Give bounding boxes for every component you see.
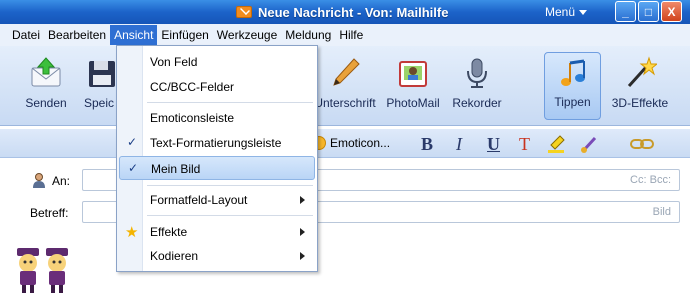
menu-datei[interactable]: Datei <box>8 25 44 45</box>
cc-bcc-hint[interactable]: Cc: Bcc: <box>630 174 671 186</box>
photomail-button[interactable]: PhotoMail <box>384 52 442 120</box>
menu-label: Menü <box>545 5 576 19</box>
pen-icon <box>333 58 360 86</box>
menu-item-label: Formatfeld-Layout <box>150 193 248 207</box>
signature-button[interactable]: Unterschrift <box>314 52 376 120</box>
view-menu-dropdown: Von Feld CC/BCC-Felder Emoticonsleiste ✓… <box>116 45 318 272</box>
send-mail-icon <box>31 57 61 87</box>
italic-button[interactable]: I <box>456 134 462 155</box>
typing-button[interactable]: Tippen <box>544 52 601 120</box>
menu-dropdown-button[interactable]: Menü <box>545 5 588 19</box>
3d-effects-label: 3D-Effekte <box>611 96 669 110</box>
my-picture-avatar <box>17 248 68 293</box>
menu-hilfe[interactable]: Hilfe <box>335 25 367 45</box>
submenu-arrow-icon <box>300 228 305 236</box>
checkmark-icon: ✓ <box>127 135 138 149</box>
subject-label: Betreff: <box>30 206 69 220</box>
link-icon[interactable] <box>630 136 654 152</box>
toolbar: Senden Speic Unterschrift PhotoMail Reko… <box>0 46 690 126</box>
emoticons-button[interactable]: Emoticon... <box>312 136 390 150</box>
menu-item-formatfeld[interactable]: Formatfeld-Layout <box>119 189 315 211</box>
photomail-label: PhotoMail <box>386 96 440 110</box>
bold-button[interactable]: B <box>421 134 433 155</box>
format-bar: Emoticon... B I U T <box>0 128 690 158</box>
highlighter-icon[interactable] <box>546 134 566 154</box>
menu-ansicht[interactable]: Ansicht <box>110 25 158 45</box>
menu-item-effekte[interactable]: ★ Effekte <box>119 221 315 243</box>
microphone-icon <box>467 58 487 88</box>
to-label: An: <box>52 174 71 188</box>
menu-item-kodieren[interactable]: Kodieren <box>119 245 315 267</box>
menu-item-mein-bild[interactable]: ✓ Mein Bild <box>119 156 315 180</box>
typing-label: Tippen <box>554 95 591 109</box>
save-label: Speic <box>84 96 115 110</box>
close-button[interactable]: X <box>661 1 682 22</box>
title-bar: Neue Nachricht - Von: Mailhilfe Menü _ □… <box>0 0 690 24</box>
magic-wand-icon <box>627 56 657 88</box>
3d-effects-button[interactable]: 3D-Effekte <box>608 52 672 120</box>
save-button[interactable]: Speic <box>84 52 118 120</box>
menu-item-label: Mein Bild <box>151 162 201 176</box>
submenu-arrow-icon <box>300 252 305 260</box>
menu-item-label: Text-Formatierungsleiste <box>150 136 282 150</box>
menu-item-label: Kodieren <box>150 249 199 263</box>
recorder-label: Rekorder <box>452 96 502 110</box>
maximize-button[interactable]: □ <box>638 1 659 22</box>
title-wrap: Neue Nachricht - Von: Mailhilfe <box>236 3 448 21</box>
menu-item-von-feld[interactable]: Von Feld <box>119 51 315 73</box>
menu-item-label: Emoticonsleiste <box>150 111 235 125</box>
photo-icon <box>399 61 427 87</box>
menu-item-label: Von Feld <box>150 55 198 69</box>
recorder-button[interactable]: Rekorder <box>450 52 504 120</box>
menu-separator <box>147 215 313 216</box>
chevron-down-icon <box>579 9 588 15</box>
submenu-arrow-icon <box>300 196 305 204</box>
floppy-icon <box>89 61 115 87</box>
window-controls: _ □ X <box>615 1 682 22</box>
emoticons-label: Emoticon... <box>330 136 391 150</box>
minimize-button[interactable]: _ <box>615 1 636 22</box>
send-label: Senden <box>25 96 67 110</box>
window-title: Neue Nachricht - Von: Mailhilfe <box>258 4 449 20</box>
brush-icon[interactable] <box>580 134 600 154</box>
menu-separator <box>147 102 313 103</box>
menu-item-textformat[interactable]: ✓ Text-Formatierungsleiste <box>119 132 315 154</box>
menu-bearbeiten[interactable]: Bearbeiten <box>44 25 110 45</box>
mail-icon <box>236 6 252 18</box>
contacts-icon[interactable] <box>32 173 46 189</box>
menu-item-label: Effekte <box>150 225 188 239</box>
underline-button[interactable]: U <box>487 134 500 155</box>
menu-meldung[interactable]: Meldung <box>281 25 335 45</box>
music-notes-icon <box>560 59 585 86</box>
signature-label: Unterschrift <box>314 96 376 110</box>
menu-item-label: CC/BCC-Felder <box>150 80 235 94</box>
menu-werkzeuge[interactable]: Werkzeuge <box>213 25 281 45</box>
menu-bar: Datei Bearbeiten Ansicht Einfügen Werkze… <box>0 24 690 46</box>
menu-item-cc-bcc[interactable]: CC/BCC-Felder <box>119 76 315 98</box>
image-hint[interactable]: Bild <box>653 206 671 218</box>
menu-item-emoticonleiste[interactable]: Emoticonsleiste <box>119 107 315 129</box>
menu-separator <box>147 185 313 186</box>
menu-einfuegen[interactable]: Einfügen <box>157 25 212 45</box>
checkmark-icon: ✓ <box>128 161 139 175</box>
send-button[interactable]: Senden <box>18 52 74 120</box>
star-icon: ★ <box>125 224 139 241</box>
text-color-button[interactable]: T <box>519 134 530 155</box>
